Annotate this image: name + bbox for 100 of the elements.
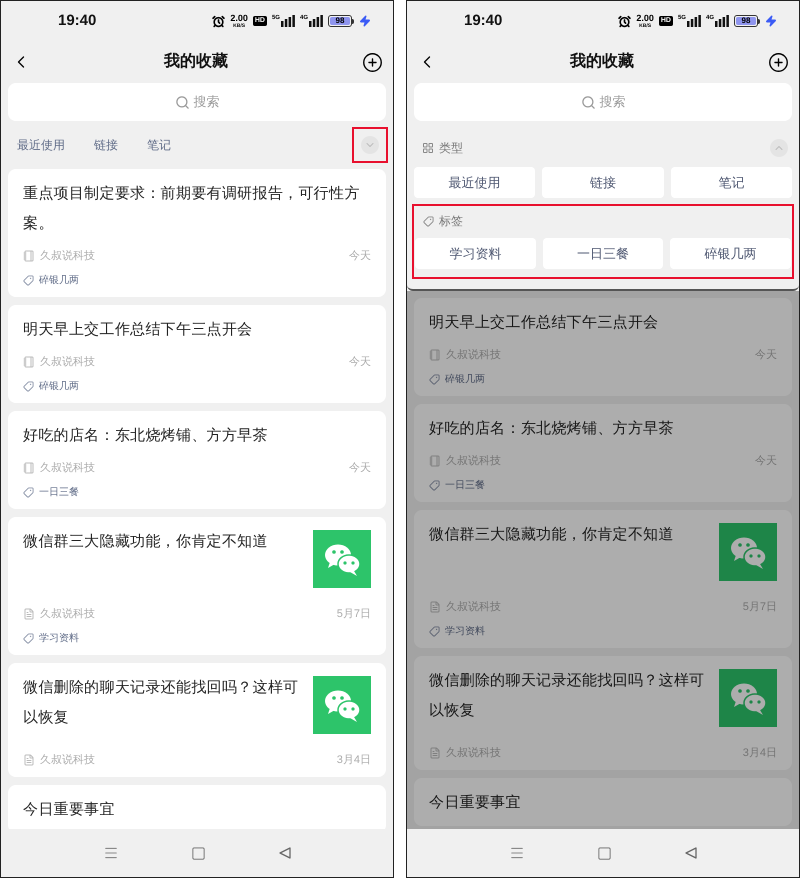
card-title: 微信删除的聊天记录还能找回吗？这样可以恢复 <box>23 678 300 728</box>
card-date: 3月4日 <box>742 746 777 761</box>
card-tag: 一日三餐 <box>39 484 79 500</box>
menu-nav-button[interactable] <box>102 845 118 861</box>
card-source: 久叔说科技 <box>40 354 95 370</box>
section-label: 标签 <box>439 213 463 230</box>
card-date: 今天 <box>349 460 371 476</box>
menu-icon <box>102 845 118 861</box>
square-icon <box>190 846 206 860</box>
tag-icon <box>423 216 434 226</box>
card-title: 微信群三大隐藏功能，你肯定不知道 <box>429 525 675 545</box>
signal-icon <box>715 15 729 27</box>
battery-level: 98 <box>336 17 344 25</box>
back-nav-button[interactable] <box>278 846 292 860</box>
card-date: 今天 <box>349 248 371 264</box>
triangle-icon <box>278 846 292 860</box>
card-tag: 一日三餐 <box>445 478 485 492</box>
search-icon <box>580 94 596 110</box>
search-placeholder: 搜索 <box>194 93 220 112</box>
filter-chip[interactable]: 碎银几两 <box>670 238 791 269</box>
favorite-card[interactable]: 微信删除的聊天记录还能找回吗？这样可以恢复 久叔说科技 3月4日 <box>8 663 386 777</box>
search-placeholder: 搜索 <box>600 93 626 112</box>
card-title: 明天早上交工作总结下午三点开会 <box>429 313 660 333</box>
favorite-card[interactable]: 今日重要事宜 <box>414 778 792 826</box>
card-date: 3月4日 <box>336 752 371 768</box>
add-button[interactable] <box>767 51 789 73</box>
card-source: 久叔说科技 <box>446 454 501 469</box>
tag-icon <box>429 480 440 490</box>
card-title: 今日重要事宜 <box>429 793 522 813</box>
card-title: 好吃的店名：东北烧烤铺、方方早茶 <box>429 419 675 439</box>
card-source: 久叔说科技 <box>446 746 501 761</box>
filter-chip[interactable]: 链接 <box>542 167 664 198</box>
home-nav-button[interactable] <box>190 846 206 860</box>
charging-icon <box>765 15 777 27</box>
card-tag: 碎银几两 <box>39 378 79 394</box>
card-tag: 学习资料 <box>39 630 79 646</box>
card-tag: 碎银几两 <box>445 372 485 386</box>
card-source: 久叔说科技 <box>40 606 95 622</box>
charging-icon <box>359 15 371 27</box>
tag-icon <box>23 632 34 644</box>
filter-tab[interactable]: 最近使用 <box>17 136 65 154</box>
card-title: 明天早上交工作总结下午三点开会 <box>23 320 254 340</box>
home-nav-button[interactable] <box>596 846 612 860</box>
grid-icon <box>422 142 434 154</box>
filter-chip[interactable]: 最近使用 <box>414 167 536 198</box>
status-time: 19:40 <box>58 10 96 31</box>
card-date: 今天 <box>349 354 371 370</box>
add-button[interactable] <box>361 51 383 73</box>
filter-chip[interactable]: 笔记 <box>670 167 792 198</box>
favorite-card[interactable]: 明天早上交工作总结下午三点开会 久叔说科技 今天 碎银几两 <box>8 305 386 403</box>
page-title: 我的收藏 <box>164 51 228 72</box>
tag-icon <box>429 374 440 384</box>
filter-tab[interactable]: 笔记 <box>147 136 171 154</box>
favorite-card[interactable]: 微信群三大隐藏功能，你肯定不知道 久叔说科技 5月7日 学习资料 <box>8 517 386 655</box>
favorite-card[interactable]: 明天早上交工作总结下午三点开会 久叔说科技 今天 碎银几两 <box>414 298 792 396</box>
filter-tab[interactable]: 链接 <box>94 136 118 154</box>
favorite-card[interactable]: 微信群三大隐藏功能，你肯定不知道 久叔说科技 5月7日 学习资料 <box>414 510 792 648</box>
favorite-card[interactable]: 好吃的店名：东北烧烤铺、方方早茶 久叔说科技 今天 一日三餐 <box>414 404 792 502</box>
speed-value: 2.00 <box>636 14 654 22</box>
menu-icon <box>508 845 524 861</box>
favorite-card[interactable]: 今日重要事宜 <box>8 785 386 829</box>
card-date: 今天 <box>755 454 777 469</box>
card-title: 微信删除的聊天记录还能找回吗？这样可以恢复 <box>429 671 706 721</box>
favorite-card[interactable]: 微信删除的聊天记录还能找回吗？这样可以恢复 久叔说科技 3月4日 <box>414 656 792 770</box>
triangle-icon <box>684 846 698 860</box>
card-title: 好吃的店名：东北烧烤铺、方方早茶 <box>23 426 269 446</box>
card-source: 久叔说科技 <box>40 752 95 768</box>
section-label: 类型 <box>439 140 463 157</box>
status-time: 19:40 <box>464 10 502 31</box>
card-source: 久叔说科技 <box>40 248 95 264</box>
card-title: 微信群三大隐藏功能，你肯定不知道 <box>23 532 269 552</box>
card-title: 今日重要事宜 <box>23 800 116 820</box>
plus-icon <box>768 52 788 72</box>
filter-chip[interactable]: 一日三餐 <box>542 238 664 269</box>
signal-icon <box>280 15 295 27</box>
card-title: 重点项目制定要求：前期要有调研报告，可行性方案。 <box>23 184 361 234</box>
signal-icon <box>309 15 323 27</box>
tag-icon <box>429 626 440 636</box>
tag-icon <box>23 274 34 286</box>
favorite-card[interactable]: 好吃的店名：东北烧烤铺、方方早茶 久叔说科技 今天 一日三餐 <box>8 411 386 509</box>
card-tag: 碎银几两 <box>39 272 79 288</box>
speed-value: 2.00 <box>230 14 248 22</box>
card-source: 久叔说科技 <box>446 348 501 363</box>
plus-icon <box>362 52 382 72</box>
card-date: 5月7日 <box>336 606 371 622</box>
card-source: 久叔说科技 <box>40 460 95 476</box>
dim-overlay[interactable] <box>407 291 799 829</box>
menu-nav-button[interactable] <box>508 845 524 861</box>
filter-chip[interactable]: 学习资料 <box>415 238 536 269</box>
tag-icon <box>23 486 34 498</box>
favorite-card[interactable]: 重点项目制定要求：前期要有调研报告，可行性方案。 久叔说科技 今天 碎银几两 <box>8 169 386 297</box>
battery-level: 98 <box>742 17 750 25</box>
card-date: 5月7日 <box>742 600 777 615</box>
page-title: 我的收藏 <box>570 51 634 72</box>
card-date: 今天 <box>755 348 777 363</box>
card-tag: 学习资料 <box>445 624 485 638</box>
signal-icon <box>686 15 701 27</box>
tag-icon <box>23 380 34 392</box>
square-icon <box>596 846 612 860</box>
back-nav-button[interactable] <box>684 846 698 860</box>
